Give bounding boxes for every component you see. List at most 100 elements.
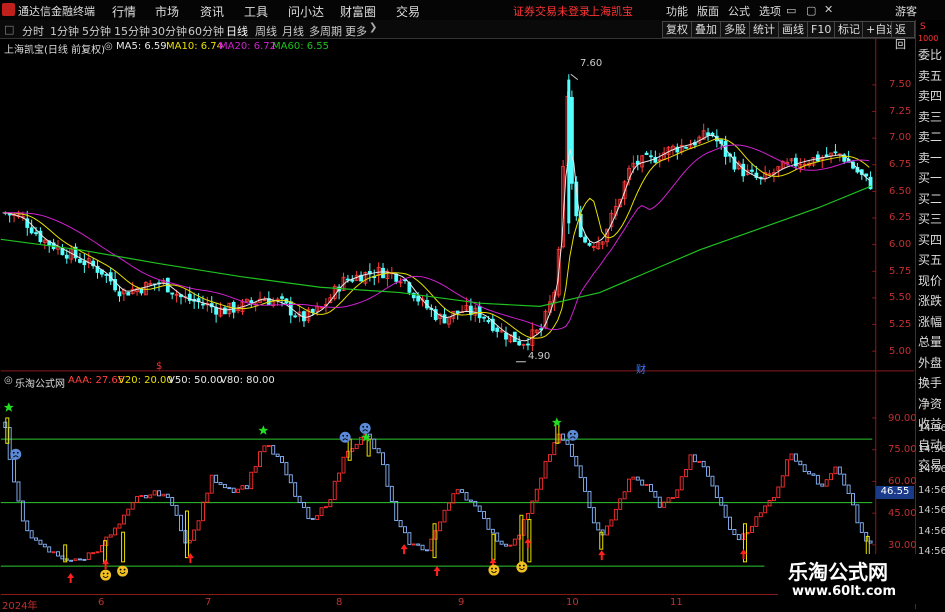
adjust-button[interactable]: 复权	[662, 21, 692, 38]
chart-title: 上海凯宝(日线 前复权)	[4, 45, 105, 56]
tab-monthly[interactable]: 月线	[282, 23, 304, 39]
menu-market[interactable]: 市场	[155, 3, 179, 20]
indicator-bar	[258, 451, 262, 468]
v50-label: V50: 50.00	[168, 375, 223, 386]
x-label-10: 10	[566, 597, 579, 608]
indicator-bar	[179, 514, 183, 532]
watermark-name: 乐淘公式网	[788, 560, 888, 584]
ma20-line	[2, 144, 870, 331]
dividend-marker[interactable]: $	[156, 361, 162, 372]
candle-body	[78, 258, 82, 263]
window-close-icon[interactable]: ✕	[824, 3, 833, 16]
tab-60min[interactable]: 60分钟	[188, 23, 224, 39]
tab-daily[interactable]: 日线	[226, 23, 248, 39]
guest-label[interactable]: 游客	[895, 3, 917, 19]
side-panel-item[interactable]: 卖一	[918, 151, 942, 166]
side-panel-item[interactable]: 买三	[918, 212, 942, 227]
v20-label: V20: 20.00	[118, 375, 173, 386]
menu-trade[interactable]: 交易	[396, 3, 420, 20]
top-star-icon	[3, 402, 14, 412]
indicator-bar	[108, 534, 113, 538]
x-label-8: 8	[336, 597, 343, 608]
candle-body	[649, 155, 653, 158]
tab-more[interactable]: 更多	[345, 23, 367, 39]
candle-body	[644, 152, 649, 155]
tab-5min[interactable]: 5分钟	[82, 23, 111, 39]
sub-toggle-icon[interactable]: ◎	[4, 375, 13, 386]
indicator-bar	[376, 448, 381, 454]
finance-marker[interactable]: 财	[636, 361, 646, 376]
side-panel-item[interactable]: 委比	[918, 48, 942, 63]
ma-toggle-icon[interactable]: ◎	[104, 41, 113, 52]
tab-intraday[interactable]: 分时	[22, 23, 44, 39]
side-panel-item[interactable]: 现价	[918, 274, 942, 289]
side-panel-item[interactable]: 卖二	[918, 130, 942, 145]
more-dropdown-icon[interactable]: ❯	[369, 22, 377, 33]
side-panel-item[interactable]: 总量	[918, 335, 942, 350]
tab-multi-period[interactable]: 多周期	[309, 23, 342, 39]
side-panel-item[interactable]: 买一	[918, 171, 942, 186]
login-warning[interactable]: 证券交易未登录	[513, 3, 590, 19]
candle-body	[517, 340, 522, 346]
side-panel-item[interactable]: 涨幅	[918, 315, 942, 330]
indicator-bar	[341, 456, 346, 474]
signal-bar	[432, 523, 437, 559]
menu-options[interactable]: 选项	[759, 3, 781, 19]
tab-1min[interactable]: 1分钟	[50, 23, 79, 39]
side-panel-item[interactable]: 买四	[918, 233, 942, 248]
indicator-bar	[332, 480, 337, 501]
menu-wenxiaoda[interactable]: 问小达	[288, 3, 324, 20]
candle-body	[345, 278, 350, 281]
multi-stock-button[interactable]: 多股	[720, 21, 750, 38]
indicator-bar	[86, 552, 91, 561]
side-panel-item[interactable]: 买二	[918, 192, 942, 207]
indicator-signals	[3, 402, 747, 584]
indicator-bar	[618, 498, 623, 510]
window-restore-icon[interactable]: ▢	[806, 4, 816, 17]
smile-face-icon	[100, 569, 112, 581]
mark-button[interactable]: 标记	[834, 21, 864, 38]
checkbox-icon[interactable]: □	[4, 23, 14, 36]
menu-function[interactable]: 功能	[666, 3, 688, 19]
menu-formula[interactable]: 公式	[728, 3, 750, 19]
menu-tools[interactable]: 工具	[244, 3, 268, 20]
indicator-bar	[750, 525, 754, 533]
candle-body	[29, 227, 34, 234]
menu-layout[interactable]: 版面	[697, 3, 719, 19]
tab-30min[interactable]: 30分钟	[151, 23, 187, 39]
side-panel-item[interactable]: 卖三	[918, 110, 942, 125]
indicator-bar	[113, 527, 118, 536]
indicator-bar	[798, 460, 803, 466]
indicator-bar	[473, 500, 478, 507]
chart-area[interactable]	[0, 38, 915, 608]
candle-body	[495, 327, 500, 332]
window-min-icon[interactable]: ▭	[786, 4, 796, 17]
tab-weekly[interactable]: 周线	[255, 23, 277, 39]
menu-news[interactable]: 资讯	[200, 3, 224, 20]
menu-fortune[interactable]: 财富圈	[340, 3, 376, 20]
indicator-tick-label: 30.00	[888, 539, 917, 551]
f10-button[interactable]: F10	[807, 21, 836, 38]
indicator-bar	[91, 552, 96, 555]
indicator-bar	[420, 544, 425, 551]
back-button[interactable]: 返回	[891, 21, 915, 51]
side-panel-item[interactable]: 净资	[918, 397, 942, 412]
sad-face-icon	[359, 422, 371, 434]
menu-quotes[interactable]: 行情	[112, 3, 136, 20]
ma60-label: MA60: 6.55	[272, 41, 330, 52]
side-panel-item[interactable]: 涨跌	[918, 294, 942, 309]
side-panel-item[interactable]: 外盘	[918, 356, 942, 371]
indicator-bar	[512, 538, 517, 546]
tab-15min[interactable]: 15分钟	[114, 23, 150, 39]
side-panel-item[interactable]: 卖五	[918, 69, 942, 84]
side-panel-item[interactable]: 换手	[918, 376, 942, 391]
indicator-bar	[701, 460, 706, 468]
side-panel-item[interactable]: 卖四	[918, 89, 942, 104]
side-panel-item[interactable]: 买五	[918, 253, 942, 268]
candle-body	[482, 316, 486, 319]
x-label-2024: 2024年	[2, 601, 38, 612]
stats-button[interactable]: 统计	[749, 21, 779, 38]
overlay-button[interactable]: 叠加	[691, 21, 721, 38]
draw-line-button[interactable]: 画线	[778, 21, 808, 38]
indicator-bar	[389, 485, 394, 502]
